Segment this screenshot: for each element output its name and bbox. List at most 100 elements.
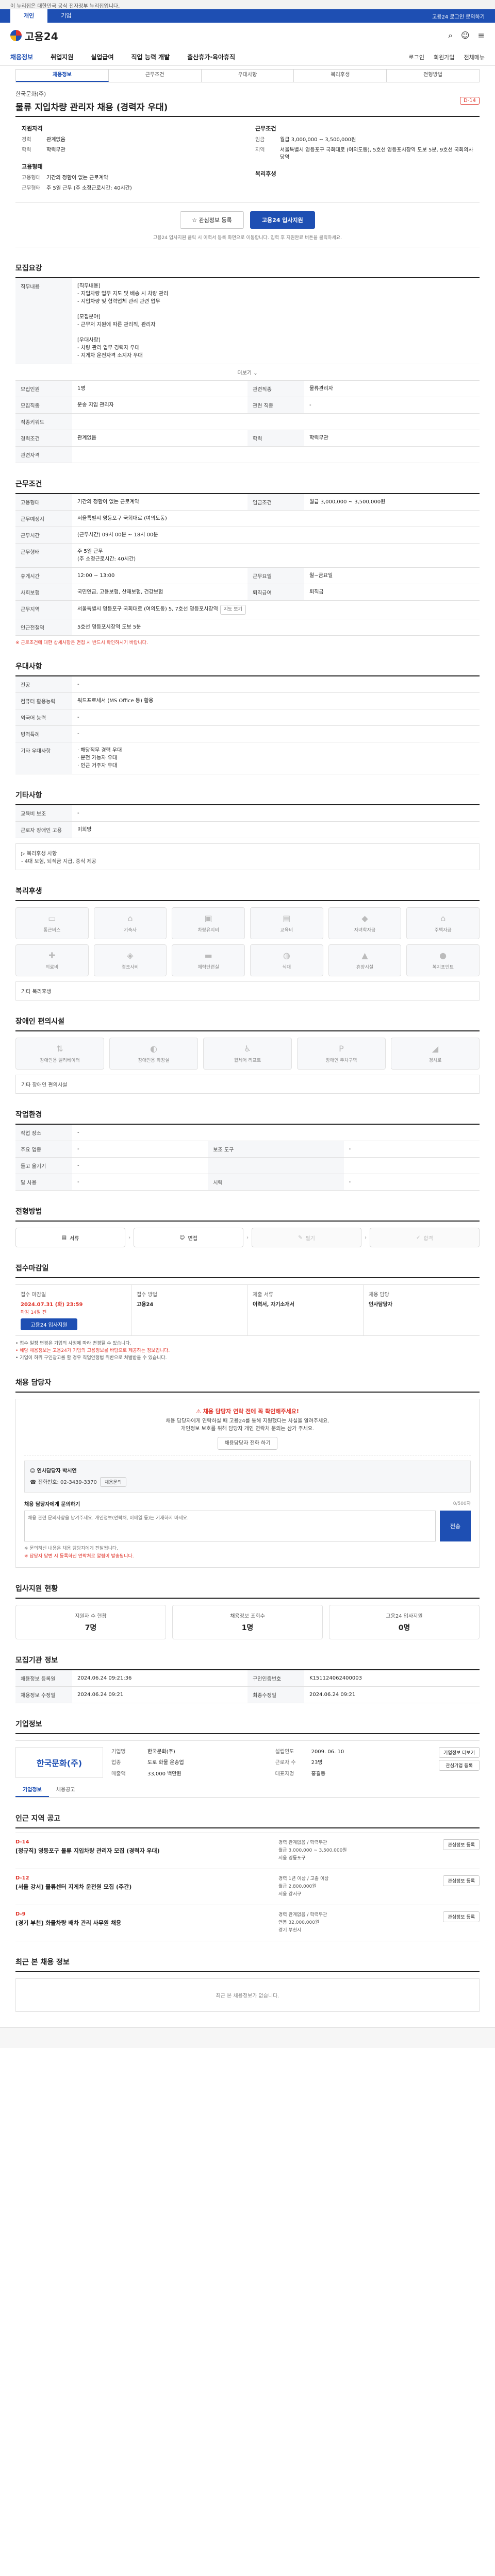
workplace-section: 작업환경 작업 장소 - 주요 업종 - 보조 도구 - 들고 옮기기 - 말 사용 - 시력… bbox=[15, 1109, 480, 1191]
table-row: 관련자격 bbox=[15, 446, 480, 463]
more-button[interactable]: 더보기 ⌄ bbox=[15, 364, 480, 381]
process-section: 전형방법 ▤ 서류 › ☺ 면접 › ✎ 필기 › ✓ 합격 bbox=[15, 1206, 480, 1247]
login-link[interactable]: 로그인 bbox=[409, 53, 424, 61]
job-summary: 지원자격 경력 관계없음 학력 학력무관 고용형태 고용형태 기간의 정함이 없는 근… bbox=[15, 117, 480, 203]
inquiry-note: ※ 담당자 답변 시 등록하신 연락처로 알림이 발송됩니다. bbox=[24, 1554, 134, 1559]
list-item[interactable]: D-14 [정규직] 영등포구 물류 지입차량 관리자 모집 (경력자 우대) 경… bbox=[15, 1833, 480, 1869]
content: 채용정보 근무조건 우대사항 복리후생 전형방법 한국문화(주) 물류 지입차량… bbox=[15, 69, 480, 2012]
disability-grid: ⇅ 장애인용 엘리베이터 ◐ 장애인용 화장실 ♿ 휠체어 리프트 P 장애인 주차구역… bbox=[15, 1038, 480, 1070]
send-button[interactable]: 전송 bbox=[440, 1511, 471, 1541]
summary-cond-title: 근무조건 bbox=[255, 125, 276, 132]
subtab-benefits[interactable]: 복리후생 bbox=[294, 70, 387, 82]
table-row: 직종키워드 bbox=[15, 413, 480, 430]
alert-icon: ⚠ bbox=[196, 1408, 201, 1415]
menu-parental-leave[interactable]: 출산휴가·육아휴직 bbox=[187, 53, 235, 61]
pencil-icon: ✎ bbox=[298, 1234, 303, 1241]
tab-business[interactable]: 기업 bbox=[47, 9, 85, 23]
menu-unemployment[interactable]: 실업급여 bbox=[91, 53, 113, 61]
action-box: ☆ 관심정보 등록 고용24 입사지원 고용24 입사지원 클릭 시 이력서 등… bbox=[15, 203, 480, 247]
company-name[interactable]: 한국문화(주) bbox=[15, 90, 480, 98]
list-item[interactable]: D-12 [서울 강서] 물류센터 지게차 운전원 모집 (주간) 경력 1년 이… bbox=[15, 1869, 480, 1905]
save-job-button[interactable]: 관심정보 등록 bbox=[443, 1875, 480, 1886]
inquiry-note: ※ 문의하신 내용은 채용 담당자에게 전달됩니다. bbox=[24, 1546, 119, 1551]
benefits-section: 복리후생 ▭ 통근버스 ⌂ 기숙사 ▣ 차량유지비 ▤ 교육비 ◆ 자녀학자금 ⌂ 주택자금… bbox=[15, 886, 480, 1001]
site-logo[interactable]: 고용24 bbox=[10, 28, 58, 43]
recruit-title: 모집요강 bbox=[15, 263, 480, 278]
medical-icon: ✚ bbox=[48, 951, 56, 960]
logo-text: 고용24 bbox=[25, 30, 58, 43]
dumbbell-icon: ▬ bbox=[204, 951, 212, 960]
benefit-card: ▲ 휴양시설 bbox=[328, 944, 402, 976]
disability-title: 장애인 편의시설 bbox=[15, 1016, 480, 1031]
top-nav-links[interactable]: 고용24 로그인 문의하기 bbox=[432, 12, 485, 20]
process-step: ☺ 면접 bbox=[134, 1228, 243, 1247]
benefit-card: ✚ 의료비 bbox=[15, 944, 89, 976]
benefit-card: ▣ 차량유지비 bbox=[172, 907, 245, 939]
save-job-button[interactable]: 관심정보 등록 bbox=[443, 1911, 480, 1922]
summary-row: 지역 서울특별시 영등포구 국회대로 (여의도동), 5호선 영등포시장역 도보 … bbox=[255, 147, 473, 160]
inquiry-form: 채용 담당자에게 문의하기 0/500자 전송 ※ 문의하신 내용은 채용 담당… bbox=[24, 1500, 471, 1559]
benefit-card: ◆ 자녀학자금 bbox=[328, 907, 402, 939]
company-title: 기업정보 bbox=[15, 1719, 480, 1734]
main-menu: 채용정보 취업지원 실업급여 직업 능력 개발 출산휴가·육아휴직 로그인 회원… bbox=[0, 48, 495, 66]
summary-qual-title: 지원자격 bbox=[22, 125, 43, 132]
all-menu-link[interactable]: 전체메뉴 bbox=[464, 53, 485, 61]
inquiry-input[interactable] bbox=[24, 1511, 436, 1541]
subtab-preferences[interactable]: 우대사항 bbox=[202, 70, 294, 82]
user-icon[interactable]: ☺ bbox=[461, 30, 470, 41]
recent-title: 최근 본 채용 정보 bbox=[15, 1957, 480, 1972]
save-job-button[interactable]: 관심정보 등록 bbox=[443, 1839, 480, 1850]
table-row: 인근전철역 5호선 영등포시장역 도보 5분 bbox=[15, 619, 480, 636]
tab-company-jobs[interactable]: 채용공고 bbox=[49, 1782, 82, 1797]
process-title: 전형방법 bbox=[15, 1206, 480, 1222]
restroom-icon: ◐ bbox=[150, 1044, 157, 1054]
tab-company-info[interactable]: 기업정보 bbox=[15, 1782, 49, 1797]
table-row: 경력조건 관계없음 학력 학력무관 bbox=[15, 430, 480, 447]
benefit-card: ◍ 식대 bbox=[250, 944, 323, 976]
meal-icon: ◍ bbox=[283, 951, 290, 960]
elevator-icon: ⇅ bbox=[56, 1044, 63, 1054]
site-header: 고용24 ⌕ ☺ ≡ bbox=[0, 23, 495, 48]
save-job-button[interactable]: ☆ 관심정보 등록 bbox=[180, 211, 244, 229]
menu-icon[interactable]: ≡ bbox=[478, 30, 485, 41]
table-row: 사회보험 국민연금, 고용보험, 산재보험, 건강보험 퇴직급여 퇴직금 bbox=[15, 584, 480, 601]
benefits-grid: ▭ 통근버스 ⌂ 기숙사 ▣ 차량유지비 ▤ 교육비 ◆ 자녀학자금 ⌂ 주택자금 ✚ 의료비… bbox=[15, 907, 480, 976]
favorite-company-button[interactable]: 관심기업 등록 bbox=[439, 1760, 480, 1771]
menu-employment-support[interactable]: 취업지원 bbox=[51, 53, 73, 61]
summary-row: 경력 관계없음 bbox=[22, 137, 65, 143]
subtab-conditions[interactable]: 근무조건 bbox=[109, 70, 202, 82]
menu-jobs[interactable]: 채용정보 bbox=[10, 53, 33, 61]
conditions-section: 근무조건 고용형태 기간의 정함이 없는 근로계약 임금조건 월급 3,000,000… bbox=[15, 479, 480, 646]
footer bbox=[0, 2027, 495, 2048]
ramp-icon: ◢ bbox=[432, 1044, 439, 1054]
summary-employment-title: 고용형태 bbox=[22, 163, 43, 170]
call-recruiter-button[interactable]: 채용담당자 전화 하기 bbox=[218, 1437, 277, 1450]
summary-row: 근무형태 주 5일 근무 (주 소정근로시간: 40시간) bbox=[22, 185, 132, 191]
process-step: ✓ 합격 bbox=[370, 1228, 480, 1247]
conditions-title: 근무조건 bbox=[15, 479, 480, 494]
facility-card: P 장애인 주차구역 bbox=[297, 1038, 386, 1070]
table-row: 근로자 장애인 고용 미희망 bbox=[15, 821, 480, 838]
top-nav: 개인 기업 고용24 로그인 문의하기 bbox=[0, 9, 495, 23]
contact-inquiry-button[interactable]: 채용문의 bbox=[100, 1477, 126, 1487]
subtab-recruit[interactable]: 채용정보 bbox=[16, 70, 109, 82]
logo-icon bbox=[10, 30, 22, 41]
company-field: 업종 도로 화물 운송업 bbox=[111, 1760, 184, 1766]
apply-now-button[interactable]: 고용24 입사지원 bbox=[21, 1318, 77, 1330]
list-item[interactable]: D-9 [경기 부천] 화물차량 배차 관리 사무원 채용 경력 관계없음 / 학… bbox=[15, 1905, 480, 1941]
subtab-process[interactable]: 전형방법 bbox=[387, 70, 479, 82]
company-field: 근로자 수 23명 bbox=[275, 1760, 323, 1766]
contact-box: ⚠ 채용 담당자 연락 전에 꼭 확인해주세요! 채용 담당자에게 연락하실 때… bbox=[15, 1399, 480, 1568]
map-button[interactable]: 지도 보기 bbox=[220, 605, 246, 615]
tab-personal[interactable]: 개인 bbox=[10, 9, 48, 23]
facility-card: ◐ 장애인용 화장실 bbox=[109, 1038, 198, 1070]
apply-button[interactable]: 고용24 입사지원 bbox=[250, 211, 315, 229]
stats-section: 입사지원 현황 지원자 수 현황 7명 채용정보 조회수 1명 고용24 입사지원 0… bbox=[15, 1583, 480, 1639]
menu-training[interactable]: 직업 능력 개발 bbox=[131, 53, 170, 61]
signup-link[interactable]: 회원가입 bbox=[434, 53, 454, 61]
search-icon[interactable]: ⌕ bbox=[448, 30, 453, 41]
disability-etc: 기타 장애인 편의시설 bbox=[15, 1075, 480, 1094]
apply-note: 접수 일정 변경은 기업의 사정에 따라 변경될 수 있습니다. bbox=[15, 1340, 480, 1347]
company-more-button[interactable]: 기업정보 더보기 bbox=[439, 1747, 480, 1758]
table-row: 작업 장소 - bbox=[15, 1125, 480, 1141]
